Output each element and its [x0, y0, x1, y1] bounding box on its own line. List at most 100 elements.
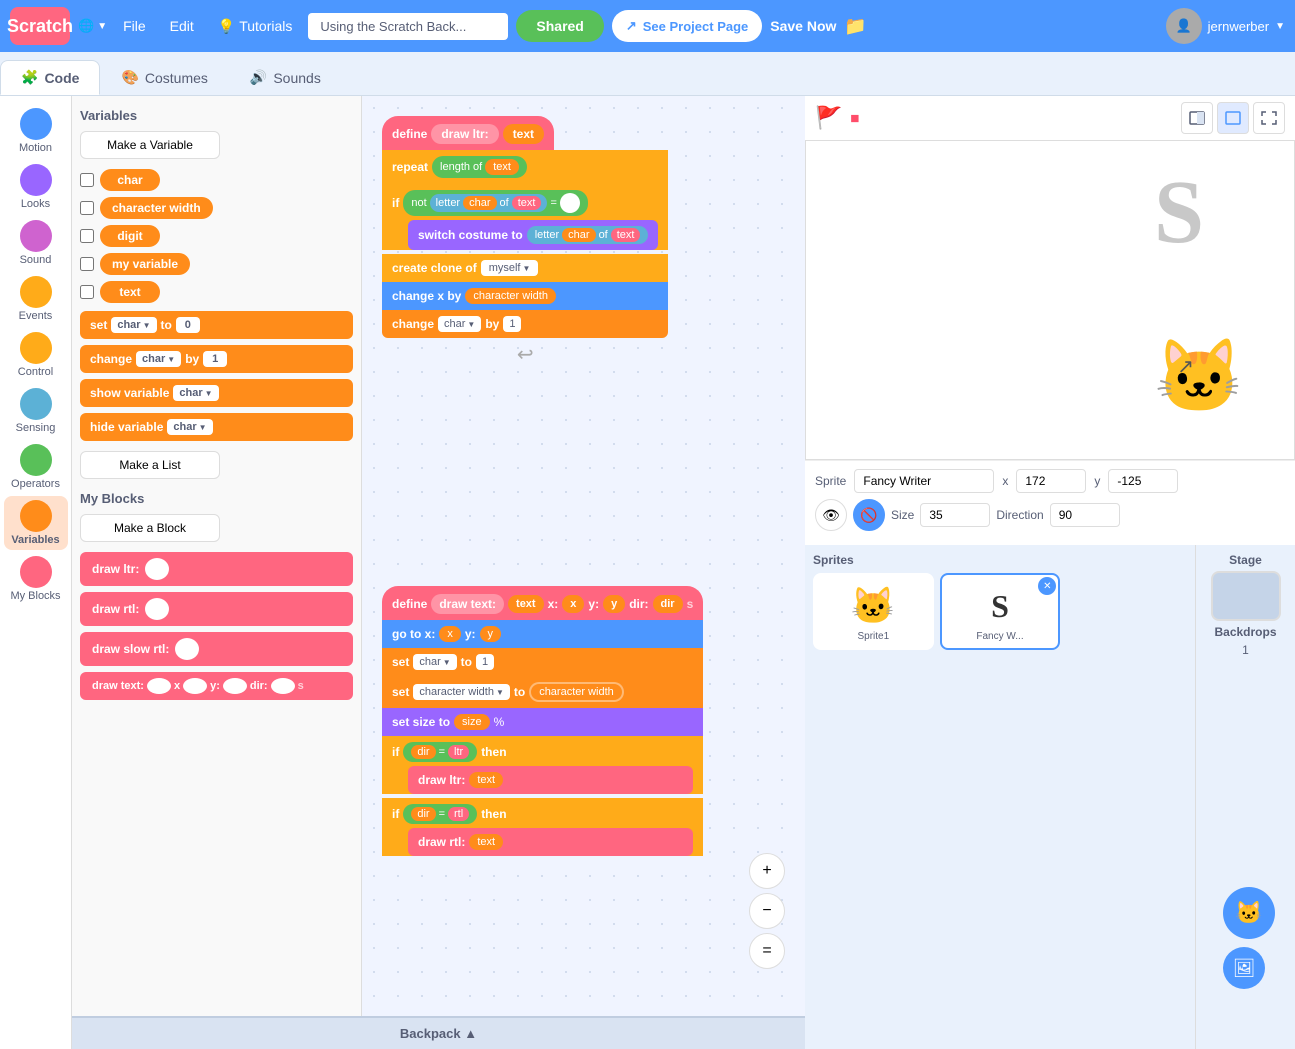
var-digit-pill[interactable]: digit: [100, 225, 160, 247]
category-control[interactable]: Control: [4, 328, 68, 382]
project-title-input[interactable]: [308, 13, 508, 40]
tutorials-button[interactable]: 💡 Tutorials: [210, 14, 301, 39]
charwidth-dropdown[interactable]: character width: [413, 684, 510, 700]
draw-text-block[interactable]: draw text: x y: dir: s: [80, 672, 353, 700]
change-x-block[interactable]: change x by character width: [382, 282, 668, 310]
draw-rtl-inner-block[interactable]: draw rtl: text: [408, 828, 693, 856]
zoom-in-button[interactable]: +: [749, 853, 785, 889]
var-charwidth-checkbox[interactable]: [80, 201, 94, 215]
code-canvas[interactable]: define draw ltr: text repeat length of t…: [362, 96, 805, 1049]
make-block-button[interactable]: Make a Block: [80, 514, 220, 542]
globe-button[interactable]: 🌐 ▼: [78, 18, 107, 34]
hide-sprite-button[interactable]: 🚫: [853, 499, 885, 531]
file-menu[interactable]: File: [115, 14, 154, 38]
code-tab-icon: 🧩: [21, 69, 38, 86]
char-dropdown3[interactable]: char: [413, 654, 456, 670]
zoom-out-button[interactable]: −: [749, 893, 785, 929]
backpack-bar[interactable]: Backpack ▲: [72, 1016, 805, 1049]
char-dropdown2[interactable]: char: [438, 316, 481, 332]
switch-costume-block[interactable]: switch costume to letter char of text: [408, 220, 658, 250]
folder-icon[interactable]: 📁: [844, 16, 866, 37]
y-value-input[interactable]: [1108, 469, 1178, 493]
category-motion[interactable]: Motion: [4, 104, 68, 158]
x-value-input[interactable]: [1016, 469, 1086, 493]
tab-costumes[interactable]: 🎨 Costumes: [100, 60, 228, 95]
stop-button[interactable]: ⏹: [850, 108, 859, 129]
size-value-input[interactable]: [920, 503, 990, 527]
save-now-button[interactable]: Save Now: [770, 18, 836, 34]
fullscreen-button[interactable]: [1253, 102, 1285, 134]
navbar: Scratch 🌐 ▼ File Edit 💡 Tutorials Shared…: [0, 0, 1295, 52]
show-var-dropdown[interactable]: char: [173, 385, 218, 401]
full-stage-button[interactable]: [1217, 102, 1249, 134]
category-events[interactable]: Events: [4, 272, 68, 326]
make-variable-button[interactable]: Make a Variable: [80, 131, 220, 159]
var-myvariable-pill[interactable]: my variable: [100, 253, 190, 275]
set-var-dropdown[interactable]: char: [111, 317, 156, 333]
sprite-thumb-fancywriter[interactable]: ✕ S Fancy W...: [940, 573, 1061, 650]
set-char-1-block[interactable]: set char to 1: [382, 648, 703, 676]
define-drawtext-hat[interactable]: define draw text: text x: x y: y dir: di…: [382, 586, 703, 620]
change-char-block2[interactable]: change char by 1: [382, 310, 668, 338]
hide-var-dropdown[interactable]: char: [167, 419, 212, 435]
change-char-block[interactable]: change char by 1: [80, 345, 353, 373]
myself-dropdown[interactable]: myself: [481, 260, 539, 276]
set-val-input[interactable]: 0: [176, 317, 200, 333]
var-text-pill[interactable]: text: [100, 281, 160, 303]
show-variable-block[interactable]: show variable char: [80, 379, 353, 407]
category-sound[interactable]: Sound: [4, 216, 68, 270]
edit-menu[interactable]: Edit: [162, 14, 202, 38]
category-variables[interactable]: Variables: [4, 496, 68, 550]
create-clone-block[interactable]: create clone of myself: [382, 254, 668, 282]
if-header[interactable]: if not letter char of text =: [392, 190, 658, 216]
green-flag-button[interactable]: 🚩: [815, 105, 842, 131]
draw-slow-rtl-block[interactable]: draw slow rtl:: [80, 632, 353, 666]
make-list-button[interactable]: Make a List: [80, 451, 220, 479]
text-rep3: text: [469, 772, 503, 788]
var-text-checkbox[interactable]: [80, 285, 94, 299]
add-backdrop-fab[interactable]: 🖼: [1223, 947, 1265, 989]
delete-sprite-button[interactable]: ✕: [1038, 577, 1056, 595]
category-sensing[interactable]: Sensing: [4, 384, 68, 438]
hide-variable-block[interactable]: hide variable char: [80, 413, 353, 441]
var-char-checkbox[interactable]: [80, 173, 94, 187]
small-stage-button[interactable]: [1181, 102, 1213, 134]
set-char-block[interactable]: set char to 0: [80, 311, 353, 339]
define-drawltr-hat[interactable]: define draw ltr: text: [382, 116, 554, 150]
see-project-button[interactable]: ↗ See Project Page: [612, 10, 762, 42]
add-sprite-fab[interactable]: 🐱: [1223, 887, 1275, 939]
set-charwidth-block[interactable]: set character width to character width: [382, 676, 703, 708]
direction-value-input[interactable]: [1050, 503, 1120, 527]
tab-sounds[interactable]: 🔊 Sounds: [229, 60, 342, 95]
tab-code[interactable]: 🧩 Code: [0, 60, 100, 95]
category-myblocks[interactable]: My Blocks: [4, 552, 68, 606]
if-ltr-header[interactable]: if dir = ltr then: [392, 742, 693, 762]
user-menu[interactable]: 👤 jernwerber ▼: [1166, 8, 1285, 44]
shared-button[interactable]: Shared: [516, 10, 603, 42]
draw-rtl-block[interactable]: draw rtl:: [80, 592, 353, 626]
change-by-input[interactable]: 1: [203, 351, 227, 367]
category-operators[interactable]: Operators: [4, 440, 68, 494]
var-myvariable-checkbox[interactable]: [80, 257, 94, 271]
sprite-name-input[interactable]: [854, 469, 994, 493]
one-input2[interactable]: 1: [476, 654, 494, 670]
category-looks[interactable]: Looks: [4, 160, 68, 214]
by-one-input[interactable]: 1: [503, 316, 521, 332]
var-charwidth-pill[interactable]: character width: [100, 197, 213, 219]
scratch-logo[interactable]: Scratch: [10, 7, 70, 45]
go-to-xy-block[interactable]: go to x: x y: y: [382, 620, 703, 648]
show-sprite-button[interactable]: 👁: [815, 499, 847, 531]
user-dropdown-icon: ▼: [1275, 21, 1285, 32]
backdrop-thumbnail[interactable]: [1211, 571, 1281, 621]
draw-ltr-block[interactable]: draw ltr:: [80, 552, 353, 586]
sound-label: Sound: [20, 254, 52, 266]
set-size-block[interactable]: set size to size %: [382, 708, 703, 736]
sprite-thumb-sprite1[interactable]: 🐱 Sprite1: [813, 573, 934, 650]
zoom-reset-button[interactable]: =: [749, 933, 785, 969]
var-char-pill[interactable]: char: [100, 169, 160, 191]
draw-ltr-inner-block[interactable]: draw ltr: text: [408, 766, 693, 794]
var-digit-checkbox[interactable]: [80, 229, 94, 243]
repeat-block[interactable]: repeat length of text: [382, 150, 668, 184]
if-rtl-header[interactable]: if dir = rtl then: [392, 804, 693, 824]
change-var-dropdown[interactable]: char: [136, 351, 181, 367]
